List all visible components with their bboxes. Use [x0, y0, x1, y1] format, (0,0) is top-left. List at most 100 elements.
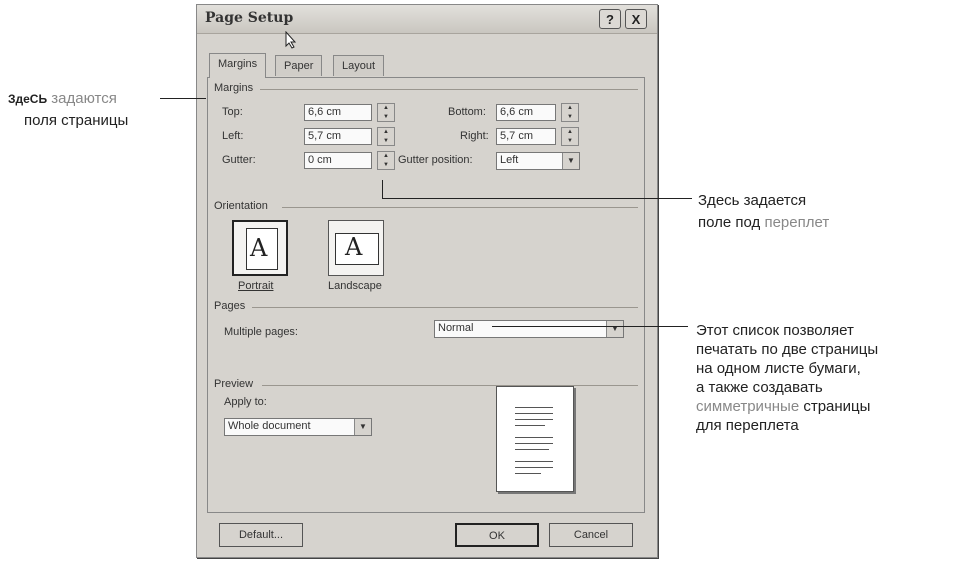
gutter-leader-vertical — [382, 180, 383, 198]
top-margin-value: 6,6 cm — [308, 106, 342, 118]
bottom-label: Bottom: — [448, 106, 486, 118]
chevron-down-icon[interactable]: ▼ — [354, 419, 371, 435]
gutter-label: Gutter: — [222, 154, 256, 166]
left-spin-arrows[interactable]: ▲ ▼ — [377, 127, 395, 146]
left-label: Left: — [222, 130, 244, 142]
spin-down-icon[interactable]: ▼ — [562, 113, 578, 122]
preview-divider — [262, 385, 638, 386]
multiple-pages-value: Normal — [438, 322, 474, 334]
margins-tab-panel: Margins Top: 6,6 cm ▲ ▼ Bottom: 6,6 cm ▲ ▼… — [207, 77, 645, 513]
preview-line — [515, 473, 541, 474]
margins-annotation-bold: ЗдеСЬ — [8, 92, 48, 106]
top-margin-spinner[interactable]: 6,6 cm ▲ ▼ — [304, 103, 395, 122]
margins-leader-line — [160, 98, 206, 99]
landscape-label[interactable]: Landscape — [328, 280, 382, 292]
spin-down-icon[interactable]: ▼ — [378, 137, 394, 146]
spin-up-icon[interactable]: ▲ — [378, 104, 394, 113]
margins-annotation-highlight: задаются — [51, 90, 117, 107]
landscape-option[interactable]: A — [328, 220, 384, 276]
tab-paper[interactable]: Paper — [275, 55, 323, 76]
spin-up-icon[interactable]: ▲ — [378, 128, 394, 137]
top-spin-arrows[interactable]: ▲ ▼ — [377, 103, 395, 122]
preview-line — [515, 437, 553, 438]
preview-line — [515, 443, 553, 444]
gutter-position-value: Left — [500, 154, 519, 166]
pages-leader-line — [492, 326, 688, 327]
spin-up-icon[interactable]: ▲ — [378, 152, 394, 161]
gutter-spin-arrows[interactable]: ▲ ▼ — [377, 151, 395, 170]
margins-group-label: Margins — [214, 82, 254, 94]
pages-divider — [252, 307, 638, 308]
multiple-pages-label: Multiple pages: — [224, 326, 298, 338]
bottom-margin-value: 6,6 cm — [500, 106, 534, 118]
gutter-annotation-highlight: переплет — [764, 214, 830, 231]
pages-annotation-line5: симметричные страницы — [696, 397, 878, 416]
dialog-title: Page Setup — [205, 10, 294, 26]
help-button[interactable]: ? — [599, 9, 621, 29]
margins-annotation-line2: поля страницы — [24, 112, 129, 129]
apply-to-select[interactable]: Whole document ▼ — [224, 418, 372, 436]
left-margin-spinner[interactable]: 5,7 cm ▲ ▼ — [304, 127, 395, 146]
page-setup-dialog: Page Setup ? X Margins Paper Layout Marg… — [196, 4, 658, 558]
portrait-option[interactable]: A — [232, 220, 288, 276]
gutter-annotation-text: поле под — [698, 214, 761, 231]
pages-annotation-line4: а также создавать — [696, 379, 823, 396]
title-bar[interactable]: Page Setup ? X — [197, 5, 657, 49]
orientation-group-label: Orientation — [214, 200, 268, 212]
gutter-leader-line — [382, 198, 692, 199]
page-preview — [496, 386, 574, 492]
pages-annotation-line2: печатать по две страницы — [696, 341, 879, 358]
preview-line — [515, 461, 553, 462]
pages-annotation-line1: Этот список позволяет — [696, 322, 854, 339]
right-label: Right: — [460, 130, 489, 142]
top-label: Top: — [222, 106, 243, 118]
pages-annotation-highlight: симметричные — [696, 398, 800, 415]
bottom-spin-arrows[interactable]: ▲ ▼ — [561, 103, 579, 122]
preview-line — [515, 449, 549, 450]
pages-annotation-line3: на одном листе бумаги, — [696, 360, 861, 377]
spin-down-icon[interactable]: ▼ — [378, 161, 394, 170]
gutter-spinner[interactable]: 0 cm ▲ ▼ — [304, 151, 395, 170]
landscape-glyph: A — [345, 233, 363, 261]
spin-up-icon[interactable]: ▲ — [562, 104, 578, 113]
preview-line — [515, 419, 553, 420]
close-button[interactable]: X — [625, 9, 647, 29]
left-margin-value: 5,7 cm — [308, 130, 342, 142]
tab-margins[interactable]: Margins — [209, 53, 267, 78]
portrait-glyph: A — [250, 234, 268, 262]
cancel-button[interactable]: Cancel — [549, 523, 633, 547]
preview-line — [515, 467, 553, 468]
chevron-down-icon[interactable]: ▼ — [606, 321, 623, 337]
spin-up-icon[interactable]: ▲ — [562, 128, 578, 137]
right-margin-value: 5,7 cm — [500, 130, 534, 142]
default-button[interactable]: Default... — [219, 523, 303, 547]
gutter-position-label: Gutter position: — [398, 154, 473, 166]
spin-down-icon[interactable]: ▼ — [378, 113, 394, 122]
mouse-cursor-icon — [285, 31, 297, 49]
gutter-position-select[interactable]: Left ▼ — [496, 152, 580, 170]
multiple-pages-select[interactable]: Normal ▼ — [434, 320, 624, 338]
gutter-annotation-line1: Здесь задается — [698, 192, 807, 209]
preview-group-label: Preview — [214, 378, 254, 390]
apply-to-value: Whole document — [228, 420, 311, 432]
preview-line — [515, 413, 553, 414]
spin-down-icon[interactable]: ▼ — [562, 137, 578, 146]
gutter-annotation-line2: поле под переплет — [698, 213, 829, 232]
chevron-down-icon[interactable]: ▼ — [562, 153, 579, 169]
right-margin-spinner[interactable]: 5,7 cm ▲ ▼ — [496, 127, 579, 146]
pages-annotation-text: страницы — [803, 398, 871, 415]
margins-divider — [260, 89, 638, 90]
pages-group-label: Pages — [214, 300, 246, 312]
pages-annotation-line6: для переплета — [696, 417, 799, 434]
tab-layout[interactable]: Layout — [333, 55, 385, 76]
preview-line — [515, 407, 553, 408]
orientation-divider — [282, 207, 638, 208]
right-spin-arrows[interactable]: ▲ ▼ — [561, 127, 579, 146]
ok-button[interactable]: OK — [455, 523, 539, 547]
portrait-label[interactable]: Portrait — [238, 280, 273, 292]
preview-line — [515, 425, 545, 426]
margins-annotation: ЗдеСЬ задаются — [8, 89, 117, 109]
apply-to-label: Apply to: — [224, 396, 267, 408]
bottom-margin-spinner[interactable]: 6,6 cm ▲ ▼ — [496, 103, 579, 122]
gutter-value: 0 cm — [308, 154, 332, 166]
